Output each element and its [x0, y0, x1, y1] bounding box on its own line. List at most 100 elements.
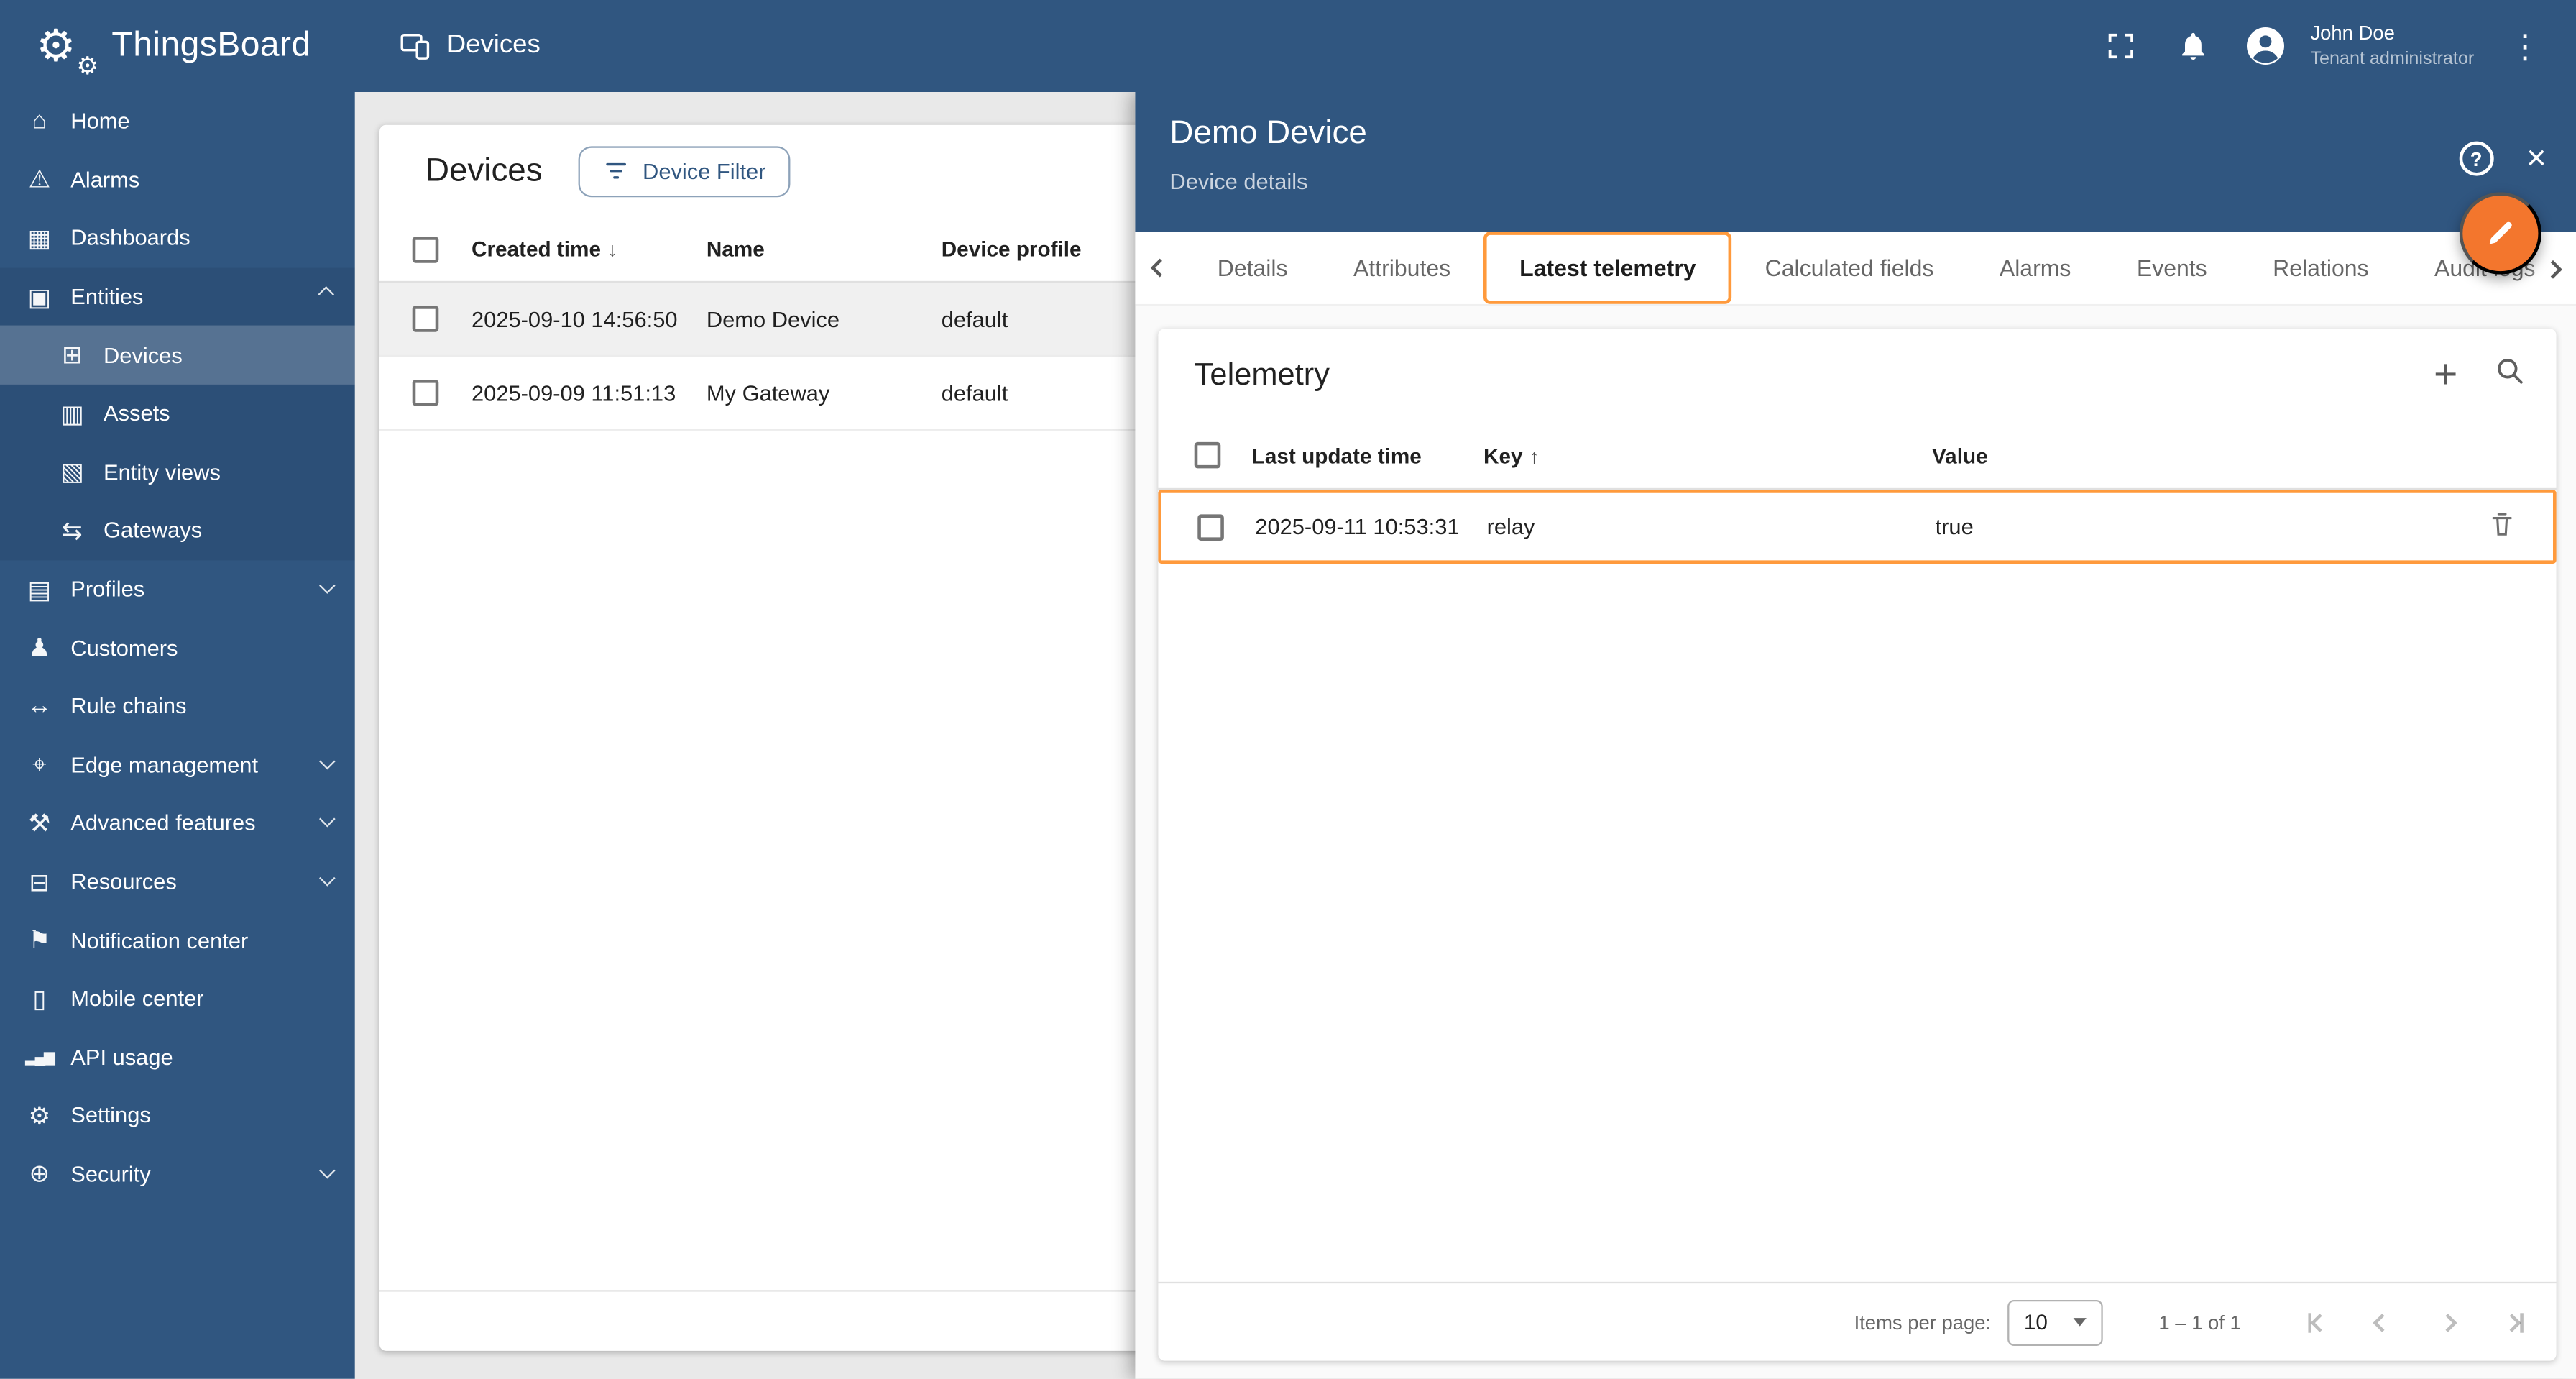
api-usage-icon: ▂▄▆ [25, 1048, 55, 1065]
sidebar-item-notification-center[interactable]: ⚑ Notification center [0, 911, 355, 969]
sidebar-item-api-usage[interactable]: ▂▄▆ API usage [0, 1028, 355, 1086]
help-button[interactable]: ? [2459, 141, 2494, 176]
delete-row-button[interactable] [2488, 510, 2553, 544]
user-avatar[interactable] [2235, 13, 2297, 78]
sidebar-item-devices[interactable]: ⊞ Devices [0, 326, 355, 385]
column-last-update-time[interactable]: Last update time [1252, 443, 1484, 467]
page-size-select[interactable]: 10 [2007, 1298, 2103, 1345]
tab-calculated-fields[interactable]: Calculated fields [1732, 232, 1966, 304]
select-all-checkbox[interactable] [1194, 441, 1221, 469]
device-filter-label: Device Filter [643, 158, 766, 183]
row-checkbox[interactable] [1197, 513, 1224, 540]
brand[interactable]: ⚙ ⚙ ThingsBoard [36, 0, 310, 92]
column-created-time[interactable]: Created time ↓ [472, 237, 707, 261]
more-vert-icon: ⋮ [2508, 28, 2542, 65]
sidebar-item-customers[interactable]: ♟ Customers [0, 618, 355, 677]
sidebar-item-label: API usage [70, 1045, 173, 1070]
bell-icon [2182, 32, 2205, 60]
cell-created-time: 2025-09-10 14:56:50 [471, 306, 678, 331]
telemetry-card: Telemetry + Last update time Key ↑ Value… [1158, 329, 2557, 1361]
notifications-button[interactable] [2163, 13, 2225, 78]
tab-latest-telemetry[interactable]: Latest telemetry [1483, 232, 1732, 304]
security-icon: ⊕ [29, 1160, 50, 1189]
sidebar-item-mobile-center[interactable]: ▯ Mobile center [0, 969, 355, 1027]
entities-group: ▣ Entities ⊞ Devices ▥ Assets ▧ Entity v… [0, 267, 355, 560]
sidebar-item-security[interactable]: ⊕ Security [0, 1145, 355, 1203]
last-page-button[interactable] [2494, 1302, 2534, 1342]
user-name: John Doe [2310, 22, 2395, 45]
assets-icon: ▥ [60, 400, 84, 429]
cell-name: My Gateway [706, 380, 830, 406]
search-button[interactable] [2494, 355, 2527, 396]
app-window: ⚙ ⚙ ThingsBoard Devices John Doe Tenant … [0, 0, 2576, 1379]
customers-icon: ♟ [28, 634, 51, 663]
page-title: Devices [446, 31, 540, 60]
chevron-right-icon [2438, 1312, 2457, 1332]
cell-key: relay [1486, 514, 1535, 539]
user-info: John Doe Tenant administrator [2310, 21, 2474, 72]
select-all-checkbox[interactable] [412, 235, 439, 262]
sidebar-item-label: Edge management [70, 752, 259, 777]
tab-relations[interactable]: Relations [2240, 232, 2401, 304]
sidebar-item-label: Resources [70, 869, 177, 894]
sidebar-item-label: Rule chains [70, 694, 187, 719]
tab-alarms[interactable]: Alarms [1966, 232, 2104, 304]
sidebar-item-alarms[interactable]: ⚠ Alarms [0, 150, 355, 209]
chevron-down-icon [319, 1162, 336, 1179]
first-page-button[interactable] [2296, 1302, 2336, 1342]
sidebar-item-entity-views[interactable]: ▧ Entity views [0, 443, 355, 501]
sidebar-item-edge-management[interactable]: ⌖ Edge management [0, 736, 355, 794]
sidebar-item-profiles[interactable]: ▤ Profiles [0, 560, 355, 618]
chevron-down-icon [319, 753, 336, 770]
sidebar-item-resources[interactable]: ⊟ Resources [0, 853, 355, 911]
device-filter-button[interactable]: Device Filter [578, 145, 791, 197]
sidebar-item-label: Home [70, 109, 130, 134]
drawer-actions: ? × [2459, 142, 2547, 176]
settings-gear-icon: ⚙ [28, 1102, 51, 1131]
tabs-scroll-left-button[interactable] [1135, 232, 1184, 304]
sidebar-item-entities[interactable]: ▣ Entities [0, 267, 355, 326]
sidebar-item-label: Devices [103, 342, 183, 368]
tab-attributes[interactable]: Attributes [1320, 232, 1484, 304]
sidebar-item-label: Settings [70, 1103, 151, 1128]
entity-views-icon: ▧ [60, 459, 84, 487]
edit-fab-button[interactable] [2459, 192, 2542, 275]
resources-icon: ⊟ [29, 869, 50, 897]
add-telemetry-button[interactable]: + [2434, 354, 2457, 396]
sidebar-item-rule-chains[interactable]: ↔ Rule chains [0, 677, 355, 736]
sidebar-item-dashboards[interactable]: ▦ Dashboards [0, 209, 355, 267]
fullscreen-button[interactable] [2090, 13, 2153, 78]
entities-icon: ▣ [27, 283, 52, 312]
tab-events[interactable]: Events [2104, 232, 2240, 304]
sidebar-item-settings[interactable]: ⚙ Settings [0, 1086, 355, 1145]
column-name[interactable]: Name [707, 237, 942, 261]
row-checkbox[interactable] [412, 306, 439, 332]
column-label: Key [1483, 442, 1523, 468]
column-value[interactable]: Value [1932, 443, 2490, 467]
chevron-right-icon [2501, 1312, 2521, 1332]
chevron-left-icon [2309, 1312, 2329, 1332]
sidebar-item-gateways[interactable]: ⇆ Gateways [0, 501, 355, 559]
sidebar-item-label: Mobile center [70, 986, 204, 1012]
row-checkbox[interactable] [412, 379, 439, 406]
drawer-subtitle: Device details [1169, 169, 1308, 194]
sidebar-item-home[interactable]: ⌂ Home [0, 92, 355, 150]
column-label: Created time [471, 237, 601, 262]
sidebar-item-advanced-features[interactable]: ⚒ Advanced features [0, 794, 355, 852]
tab-details[interactable]: Details [1184, 232, 1320, 304]
sidebar-item-label: Assets [103, 401, 170, 426]
gear-icon: ⚙ [36, 21, 76, 71]
chevron-up-icon [318, 286, 335, 303]
next-page-button[interactable] [2428, 1302, 2467, 1342]
close-button[interactable]: × [2526, 142, 2547, 176]
previous-page-button[interactable] [2363, 1302, 2402, 1342]
sidebar-item-assets[interactable]: ▥ Assets [0, 385, 355, 443]
user-role: Tenant administrator [2310, 48, 2475, 69]
paginator-range: 1 – 1 of 1 [2158, 1310, 2241, 1334]
sidebar: ⌂ Home ⚠ Alarms ▦ Dashboards ▣ Entities … [0, 91, 355, 1379]
edge-management-icon: ⌖ [32, 751, 47, 779]
sidebar-item-label: Notification center [70, 927, 249, 953]
more-menu-button[interactable]: ⋮ [2494, 13, 2557, 78]
column-key[interactable]: Key ↑ [1484, 443, 1932, 467]
telemetry-row[interactable]: 2025-09-11 10:53:31 relay true [1158, 490, 2557, 564]
